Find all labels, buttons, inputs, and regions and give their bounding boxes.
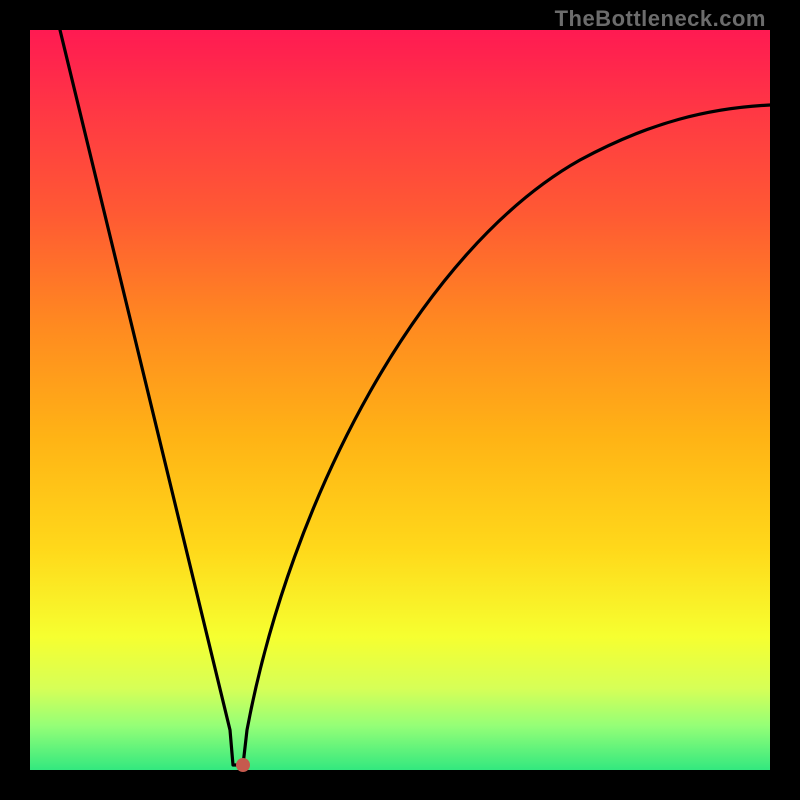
plot-area — [30, 30, 770, 770]
curve-path — [60, 30, 770, 765]
chart-frame: TheBottleneck.com — [0, 0, 800, 800]
bottleneck-curve — [30, 30, 770, 770]
watermark-text: TheBottleneck.com — [555, 6, 766, 32]
optimal-point-marker — [236, 758, 250, 772]
